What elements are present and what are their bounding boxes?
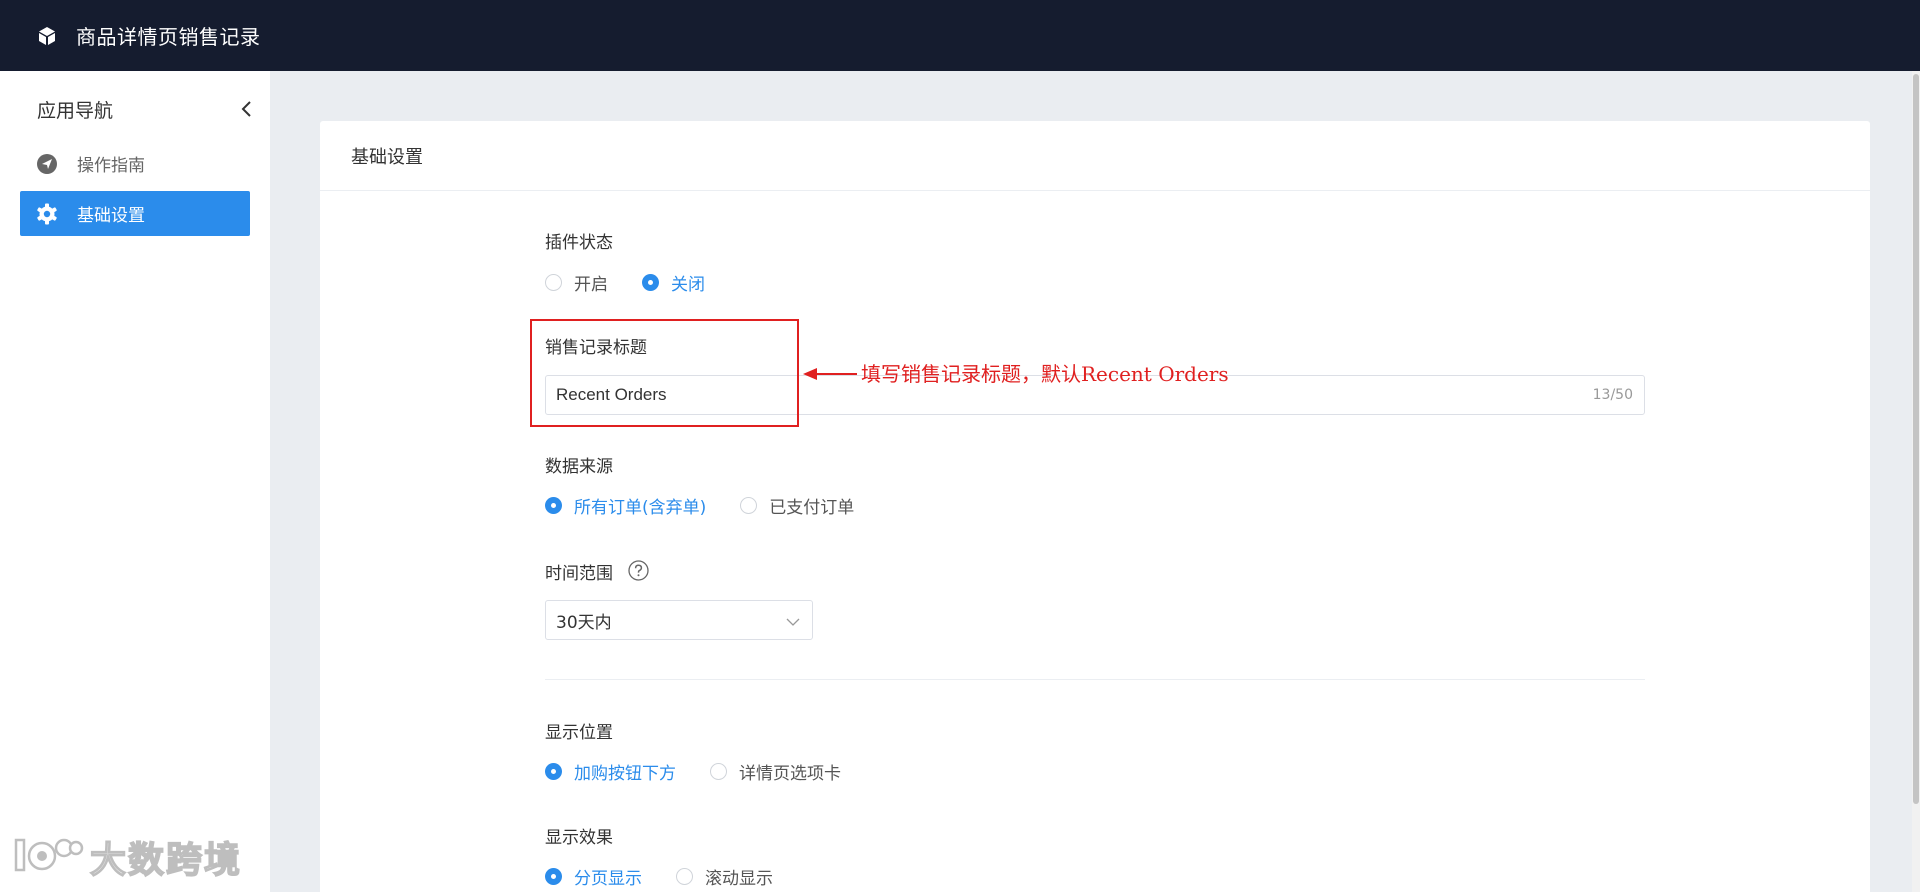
position-detail-tab-radio[interactable]: 详情页选项卡 bbox=[710, 759, 841, 784]
radio-dot bbox=[676, 867, 693, 885]
help-icon[interactable] bbox=[628, 560, 649, 581]
radio-dot bbox=[545, 496, 562, 514]
radio-dot bbox=[545, 867, 562, 885]
gear-icon bbox=[36, 203, 58, 225]
page-scrollbar[interactable] bbox=[1912, 71, 1920, 892]
plugin-status-label: 插件状态 bbox=[545, 233, 613, 253]
radio-label: 开启 bbox=[574, 274, 608, 295]
data-source-all-orders-radio[interactable]: 所有订单(含弃单) bbox=[545, 493, 706, 518]
display-position-label: 显示位置 bbox=[545, 723, 613, 743]
position-below-cart-button-radio[interactable]: 加购按钮下方 bbox=[545, 759, 676, 784]
radio-label: 所有订单(含弃单) bbox=[574, 497, 707, 518]
data-source-radio-group: 所有订单(含弃单) 已支付订单 bbox=[545, 493, 888, 518]
data-source-label: 数据来源 bbox=[545, 457, 613, 477]
radio-label: 关闭 bbox=[671, 274, 705, 295]
card-divider bbox=[320, 190, 1870, 191]
sidebar-header: 应用导航 bbox=[37, 93, 257, 125]
card-title: 基础设置 bbox=[351, 147, 423, 168]
sidebar-item-label: 基础设置 bbox=[77, 206, 145, 226]
plugin-status-radio-group: 开启 关闭 bbox=[545, 270, 739, 295]
watermark-text: 大数跨境 bbox=[89, 839, 243, 882]
sidebar-item-label: 操作指南 bbox=[77, 156, 145, 176]
plugin-status-on-radio[interactable]: 开启 bbox=[545, 270, 608, 295]
annotation-highlight-box bbox=[530, 319, 799, 427]
section-divider bbox=[545, 679, 1645, 680]
top-bar: 商品详情页销售记录 bbox=[0, 0, 1920, 71]
sidebar: 应用导航 操作指南 基础设置 bbox=[0, 71, 270, 892]
effect-scroll-radio[interactable]: 滚动显示 bbox=[676, 864, 773, 889]
radio-label: 滚动显示 bbox=[705, 868, 773, 889]
chevron-down-icon bbox=[786, 611, 800, 630]
scrollbar-thumb[interactable] bbox=[1913, 74, 1919, 804]
watermark: 大数跨境 bbox=[12, 834, 243, 882]
radio-dot bbox=[642, 273, 659, 291]
radio-label: 已支付订单 bbox=[769, 497, 855, 518]
plugin-status-off-radio[interactable]: 关闭 bbox=[642, 270, 705, 295]
radio-label: 分页显示 bbox=[574, 868, 642, 889]
display-effect-radio-group: 分页显示 滚动显示 bbox=[545, 864, 807, 889]
data-source-paid-orders-radio[interactable]: 已支付订单 bbox=[740, 493, 854, 518]
cube-icon bbox=[36, 25, 58, 47]
annotation-text: 填写销售记录标题，默认Recent Orders bbox=[861, 362, 1229, 386]
chevron-left-icon[interactable] bbox=[237, 99, 257, 119]
display-effect-label: 显示效果 bbox=[545, 828, 613, 848]
sidebar-title: 应用导航 bbox=[37, 99, 114, 122]
sidebar-item-basic-settings[interactable]: 基础设置 bbox=[20, 191, 250, 236]
app-title: 商品详情页销售记录 bbox=[76, 25, 261, 49]
annotation-arrow-icon bbox=[803, 368, 857, 380]
radio-dot bbox=[740, 496, 758, 514]
radio-dot bbox=[710, 762, 727, 780]
radio-dot bbox=[545, 762, 562, 780]
radio-label: 详情页选项卡 bbox=[739, 763, 841, 784]
radio-dot bbox=[545, 273, 562, 291]
time-range-label: 时间范围 bbox=[545, 564, 613, 584]
watermark-logo-icon bbox=[14, 838, 84, 872]
display-position-radio-group: 加购按钮下方 详情页选项卡 bbox=[545, 759, 875, 784]
effect-pagination-radio[interactable]: 分页显示 bbox=[545, 864, 642, 889]
char-counter: 13/50 bbox=[1592, 387, 1633, 403]
radio-label: 加购按钮下方 bbox=[574, 763, 676, 784]
navigation-arrow-icon bbox=[36, 153, 58, 175]
time-range-value: 30天内 bbox=[556, 612, 612, 633]
time-range-select[interactable]: 30天内 bbox=[545, 600, 813, 640]
sidebar-item-guide[interactable]: 操作指南 bbox=[20, 141, 250, 186]
